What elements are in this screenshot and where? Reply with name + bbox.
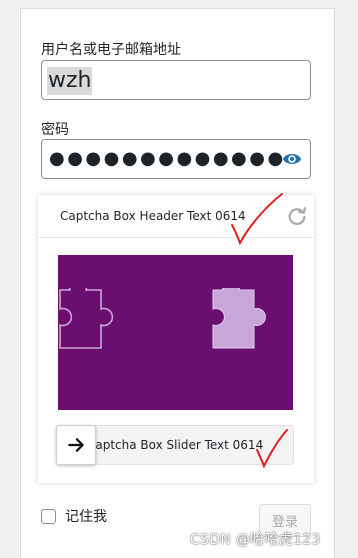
captcha-slider-text: Captcha Box Slider Text 0614 — [87, 438, 264, 452]
remember-me: 记住我 — [41, 506, 107, 526]
captcha-header: Captcha Box Header Text 0614 — [38, 195, 314, 238]
password-field[interactable]: ●●●●●●●●●●●●● — [41, 139, 311, 179]
username-value: wzh — [47, 67, 93, 95]
captcha-box: Captcha Box Header Text 0614 Captcha Box… — [38, 195, 314, 483]
remember-me-checkbox[interactable] — [41, 508, 56, 524]
captcha-header-text: Captcha Box Header Text 0614 — [60, 209, 246, 223]
username-field[interactable]: wzh — [41, 60, 311, 100]
login-card: 用户名或电子邮箱地址 wzh 密码 ●●●●●●●●●●●●● Captcha … — [20, 8, 335, 558]
remember-me-label: 记住我 — [65, 509, 107, 525]
password-label: 密码 — [41, 122, 69, 138]
watermark: CSDN @哈哈虎123 — [190, 532, 321, 548]
username-label: 用户名或电子邮箱地址 — [41, 42, 181, 58]
password-mask: ●●●●●●●●●●●●● — [49, 148, 286, 169]
puzzle-piece-target — [212, 288, 266, 349]
slider-handle[interactable] — [56, 425, 96, 465]
refresh-icon[interactable] — [286, 205, 308, 227]
eye-icon[interactable] — [282, 150, 302, 168]
captcha-slider-track[interactable]: Captcha Box Slider Text 0614 — [56, 425, 294, 465]
puzzle-image — [58, 255, 293, 410]
puzzle-piece-outline — [59, 288, 114, 349]
arrow-right-icon — [68, 438, 84, 452]
